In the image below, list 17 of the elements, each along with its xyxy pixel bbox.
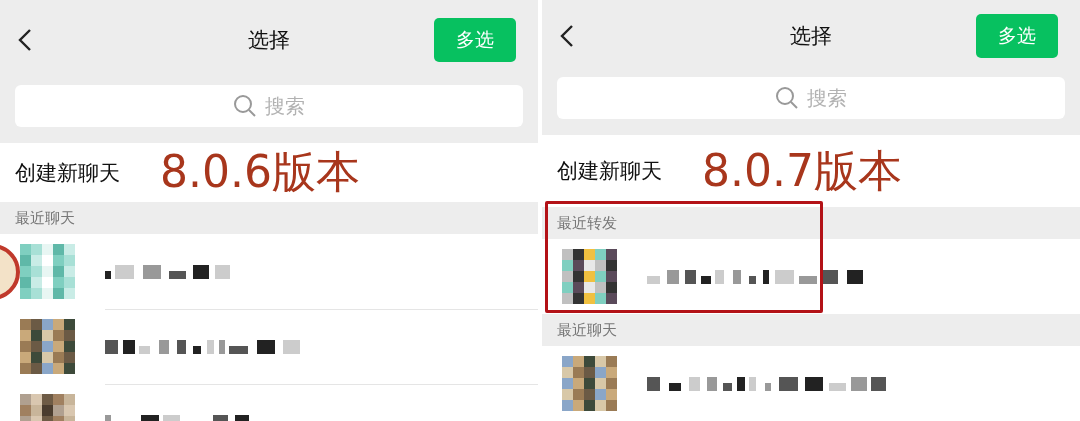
search-icon — [775, 86, 799, 110]
create-chat-item[interactable]: 创建新聊天 — [557, 157, 662, 185]
multi-select-button[interactable]: 多选 — [434, 18, 516, 62]
back-icon[interactable] — [18, 28, 32, 52]
section-header: 最近聊天 — [557, 320, 617, 340]
search-field[interactable]: 搜索 — [557, 77, 1065, 119]
multi-select-button[interactable]: 多选 — [976, 14, 1058, 58]
section-header: 最近聊天 — [15, 208, 75, 228]
search-field[interactable]: 搜索 — [15, 85, 523, 127]
back-icon[interactable] — [560, 24, 574, 48]
search-icon — [233, 94, 257, 118]
version-label: 8.0.6版本 — [160, 145, 360, 199]
section-header: 最近转发 — [557, 213, 617, 233]
page-title: 选择 — [790, 23, 832, 50]
version-label: 8.0.7版本 — [702, 143, 902, 198]
create-chat-item[interactable]: 创建新聊天 — [15, 158, 120, 187]
page-title: 选择 — [248, 27, 290, 54]
